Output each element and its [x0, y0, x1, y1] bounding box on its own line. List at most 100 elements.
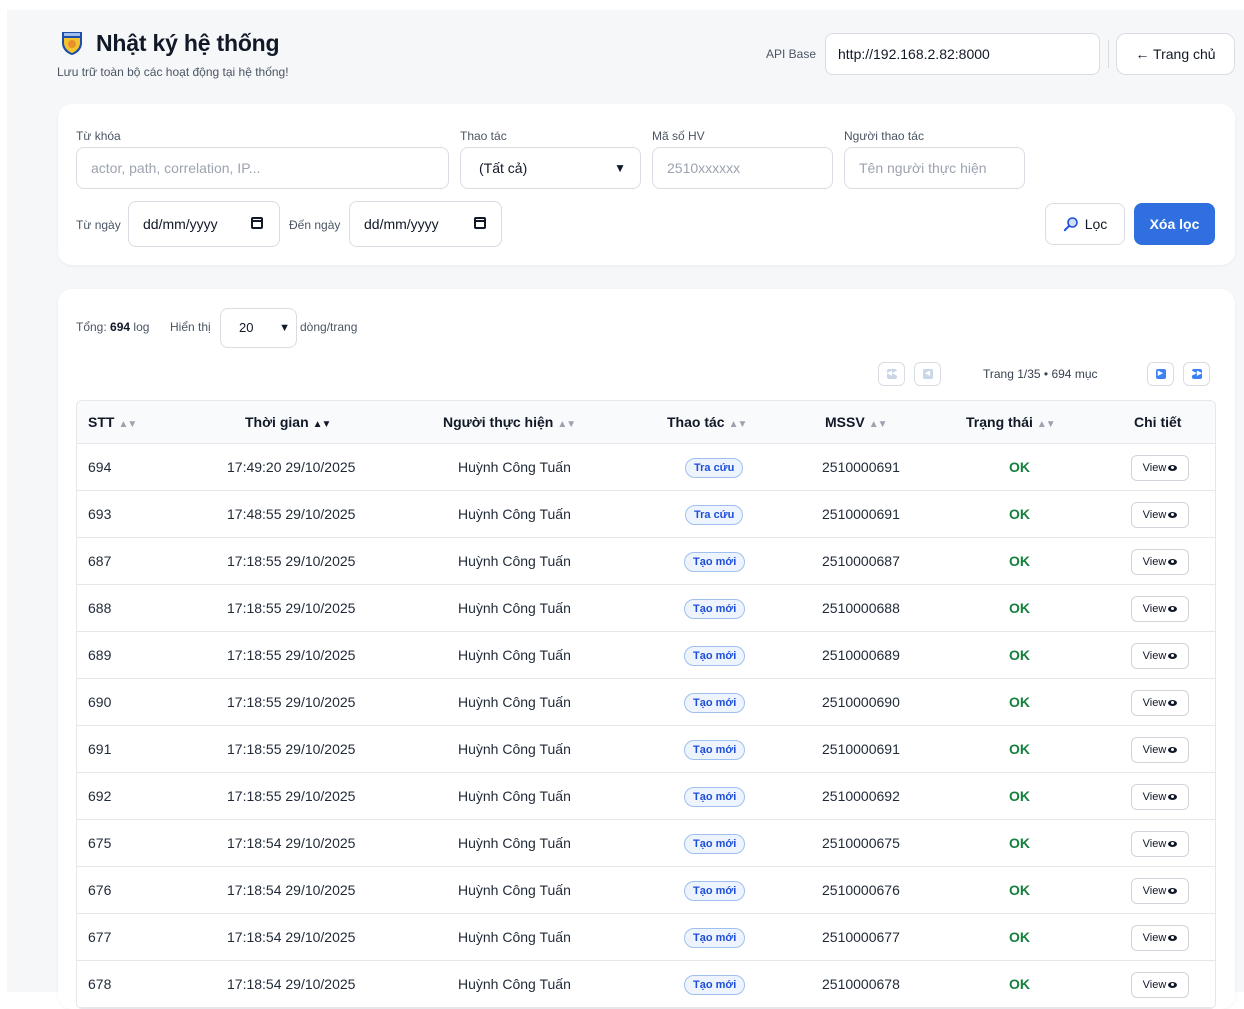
page-size-value: 20 — [239, 320, 254, 335]
column-header-label: Thời gian — [245, 414, 309, 430]
row-stt: 688 — [88, 600, 112, 616]
view-button-label: View — [1142, 979, 1167, 991]
row-time: 17:48:55 29/10/2025 — [227, 506, 356, 522]
api-base-label: API Base — [766, 47, 817, 61]
actor-input[interactable]: Tên người thực hiện — [844, 147, 1025, 189]
column-header-action[interactable]: Thao tác ▲▼ — [667, 414, 747, 430]
view-button[interactable]: View — [1131, 455, 1189, 481]
view-button[interactable]: View — [1131, 784, 1189, 810]
row-stt: 690 — [88, 694, 112, 710]
column-header-time[interactable]: Thời gian ▲▼ — [245, 414, 332, 430]
status-badge: OK — [1009, 647, 1030, 663]
last-page-button[interactable]: ▶▶ — [1183, 362, 1210, 386]
row-actor: Huỳnh Công Tuấn — [458, 976, 571, 992]
row-mssv: 2510000687 — [822, 553, 900, 569]
view-button[interactable]: View — [1131, 737, 1189, 763]
view-button-label: View — [1142, 650, 1167, 662]
next-page-button[interactable]: ▶ — [1147, 362, 1174, 386]
row-stt: 691 — [88, 741, 112, 757]
status-badge: OK — [1009, 882, 1030, 898]
sort-icon: ▲▼ — [312, 419, 332, 430]
sort-icon: ▲▼ — [868, 419, 888, 430]
row-actor: Huỳnh Công Tuấn — [458, 459, 571, 475]
eye-icon — [1168, 512, 1178, 518]
table-row: 692 17:18:55 29/10/2025 Huỳnh Công Tuấn Tạo… — [77, 773, 1215, 820]
view-button[interactable]: View — [1131, 596, 1189, 622]
rows-per-page-label: dòng/trang — [300, 320, 358, 334]
keyword-input[interactable]: actor, path, correlation, IP... — [76, 147, 449, 189]
to-date-label: Đến ngày — [289, 218, 341, 232]
column-header-stt[interactable]: STT ▲▼ — [88, 414, 137, 430]
row-mssv: 2510000691 — [822, 741, 900, 757]
row-mssv: 2510000688 — [822, 600, 900, 616]
action-badge: Tạo mới — [684, 834, 746, 854]
total-number: 694 — [110, 320, 131, 334]
page-title: Nhật ký hệ thống — [96, 30, 280, 56]
column-header-label: Thao tác — [667, 414, 725, 430]
row-actor: Huỳnh Công Tuấn — [458, 553, 571, 569]
page-subtitle: Lưu trữ toàn bộ các hoạt động tại hệ thố… — [57, 65, 289, 79]
column-header-label: Người thực hiện — [443, 414, 554, 430]
page-info: Trang 1/35 • 694 mục — [983, 367, 1098, 381]
column-header-actor[interactable]: Người thực hiện ▲▼ — [443, 414, 576, 430]
table-row: 675 17:18:54 29/10/2025 Huỳnh Công Tuấn Tạo… — [77, 820, 1215, 867]
filter-panel: Từ khóa actor, path, correlation, IP... … — [58, 104, 1235, 265]
table-row: 688 17:18:55 29/10/2025 Huỳnh Công Tuấn Tạo… — [77, 585, 1215, 632]
view-button[interactable]: View — [1131, 878, 1189, 904]
table-row: 676 17:18:54 29/10/2025 Huỳnh Công Tuấn Tạo… — [77, 867, 1215, 914]
api-base-input[interactable]: http://192.168.2.82:8000 — [825, 33, 1100, 75]
from-date-input[interactable]: dd/mm/yyyy — [128, 201, 280, 247]
status-badge: OK — [1009, 600, 1030, 616]
page-size-select[interactable]: 20 ▼ — [220, 308, 297, 348]
row-actor: Huỳnh Công Tuấn — [458, 694, 571, 710]
row-mssv: 2510000690 — [822, 694, 900, 710]
view-button[interactable]: View — [1131, 972, 1189, 998]
prev-page-button[interactable]: ◀ — [914, 362, 941, 386]
action-badge: Tạo mới — [684, 552, 746, 572]
student-id-label: Mã số HV — [652, 129, 705, 143]
row-time: 17:18:55 29/10/2025 — [227, 600, 356, 616]
total-count: Tổng: 694 log — [76, 320, 149, 334]
chevron-down-icon: ▼ — [279, 322, 290, 334]
keyword-label: Từ khóa — [76, 129, 121, 143]
page-header: Nhật ký hệ thống Lưu trữ toàn bộ các hoạ… — [7, 10, 1244, 100]
row-actor: Huỳnh Công Tuấn — [458, 788, 571, 804]
row-stt: 677 — [88, 929, 112, 945]
row-actor: Huỳnh Công Tuấn — [458, 882, 571, 898]
view-button-label: View — [1142, 932, 1167, 944]
view-button[interactable]: View — [1131, 549, 1189, 575]
total-suffix: log — [133, 320, 150, 334]
view-button[interactable]: View — [1131, 502, 1189, 528]
student-id-input[interactable]: 2510xxxxxx — [652, 147, 833, 189]
action-badge: Tạo mới — [684, 787, 746, 807]
row-time: 17:18:55 29/10/2025 — [227, 788, 356, 804]
view-button[interactable]: View — [1131, 925, 1189, 951]
status-badge: OK — [1009, 835, 1030, 851]
row-actor: Huỳnh Công Tuấn — [458, 835, 571, 851]
table-row: 677 17:18:54 29/10/2025 Huỳnh Công Tuấn Tạo… — [77, 914, 1215, 961]
eye-icon — [1168, 794, 1178, 800]
view-button[interactable]: View — [1131, 643, 1189, 669]
table-header: STT ▲▼ Thời gian ▲▼ Người thực hiện ▲▼ Thao… — [77, 401, 1215, 444]
action-select[interactable]: (Tất cả) ▼ — [460, 147, 641, 189]
calendar-icon[interactable] — [251, 217, 263, 229]
column-header-mssv[interactable]: MSSV ▲▼ — [825, 414, 888, 430]
to-date-input[interactable]: dd/mm/yyyy — [349, 201, 502, 247]
table-row: 694 17:49:20 29/10/2025 Huỳnh Công Tuấn Tra… — [77, 444, 1215, 491]
view-button[interactable]: View — [1131, 831, 1189, 857]
table-row: 690 17:18:55 29/10/2025 Huỳnh Công Tuấn Tạo… — [77, 679, 1215, 726]
calendar-icon[interactable] — [474, 217, 486, 229]
clear-filter-button[interactable]: Xóa lọc — [1134, 203, 1215, 245]
sort-icon: ▲▼ — [557, 419, 576, 430]
view-button[interactable]: View — [1131, 690, 1189, 716]
prev-page-icon: ◀ — [922, 369, 933, 379]
filter-button[interactable]: Lọc — [1045, 203, 1125, 245]
row-stt: 694 — [88, 459, 112, 475]
column-header-status[interactable]: Trạng thái ▲▼ — [966, 414, 1056, 430]
view-button-label: View — [1142, 697, 1167, 709]
row-actor: Huỳnh Công Tuấn — [458, 929, 571, 945]
view-button-label: View — [1142, 556, 1167, 568]
first-page-button[interactable]: ◀◀ — [878, 362, 905, 386]
column-header-label: Trạng thái — [966, 414, 1033, 430]
home-button[interactable]: ← Trang chủ — [1116, 33, 1235, 75]
